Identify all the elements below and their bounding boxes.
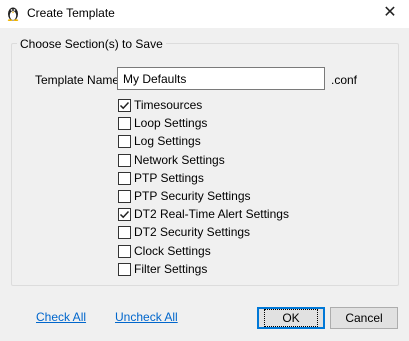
section-checkbox-label: DT2 Security Settings bbox=[134, 225, 251, 239]
template-name-input[interactable] bbox=[117, 67, 325, 90]
checkmark-icon bbox=[119, 101, 130, 109]
checkbox-checked[interactable] bbox=[118, 98, 131, 112]
template-name-label: Template Name: bbox=[35, 73, 123, 87]
section-checkbox-label: Timesources bbox=[134, 98, 203, 112]
section-checkbox-label: Log Settings bbox=[134, 134, 201, 148]
checkbox-unchecked[interactable] bbox=[118, 153, 131, 167]
section-checkbox-label: DT2 Real-Time Alert Settings bbox=[134, 207, 289, 221]
file-extension-label: .conf bbox=[331, 73, 358, 87]
check-all-link[interactable]: Check All bbox=[36, 310, 86, 324]
section-checkbox-row[interactable]: Network Settings bbox=[118, 152, 225, 168]
cancel-button[interactable]: Cancel bbox=[330, 307, 398, 329]
close-button[interactable]: ✕ bbox=[378, 2, 402, 24]
checkmark-icon bbox=[119, 210, 130, 218]
section-checkbox-label: PTP Settings bbox=[134, 171, 204, 185]
ok-button[interactable]: OK bbox=[257, 307, 325, 329]
section-checkbox-row[interactable]: DT2 Real-Time Alert Settings bbox=[118, 206, 289, 222]
uncheck-all-link[interactable]: Uncheck All bbox=[115, 310, 178, 324]
section-checkbox-row[interactable]: Filter Settings bbox=[118, 261, 207, 277]
checkbox-unchecked[interactable] bbox=[118, 244, 131, 258]
checkbox-unchecked[interactable] bbox=[118, 116, 131, 130]
section-checkbox-row[interactable]: Clock Settings bbox=[118, 243, 211, 259]
section-checkbox-label: Clock Settings bbox=[134, 244, 211, 258]
section-checkbox-row[interactable]: DT2 Security Settings bbox=[118, 224, 250, 240]
section-checkbox-label: Network Settings bbox=[134, 153, 225, 167]
section-checkbox-label: PTP Security Settings bbox=[134, 189, 251, 203]
checkbox-unchecked[interactable] bbox=[118, 189, 131, 203]
section-checkbox-label: Filter Settings bbox=[134, 262, 208, 276]
penguin-icon bbox=[6, 5, 20, 22]
title-bar: Create Template ✕ bbox=[0, 0, 409, 28]
ok-button-label: OK bbox=[264, 309, 318, 327]
section-checkbox-label: Loop Settings bbox=[134, 116, 208, 130]
section-checkbox-row[interactable]: Loop Settings bbox=[118, 115, 207, 131]
checkbox-unchecked[interactable] bbox=[118, 134, 131, 148]
checkbox-unchecked[interactable] bbox=[118, 225, 131, 239]
section-checkbox-row[interactable]: Log Settings bbox=[118, 133, 201, 149]
section-checkbox-row[interactable]: Timesources bbox=[118, 97, 202, 113]
dialog-body: Choose Section(s) to Save Template Name:… bbox=[0, 28, 409, 341]
section-checkbox-row[interactable]: PTP Security Settings bbox=[118, 188, 251, 204]
groupbox-title: Choose Section(s) to Save bbox=[17, 37, 166, 51]
section-checkbox-row[interactable]: PTP Settings bbox=[118, 170, 204, 186]
checkbox-checked[interactable] bbox=[118, 207, 131, 221]
window-title: Create Template bbox=[27, 6, 115, 20]
checkbox-unchecked[interactable] bbox=[118, 262, 131, 276]
checkbox-unchecked[interactable] bbox=[118, 171, 131, 185]
